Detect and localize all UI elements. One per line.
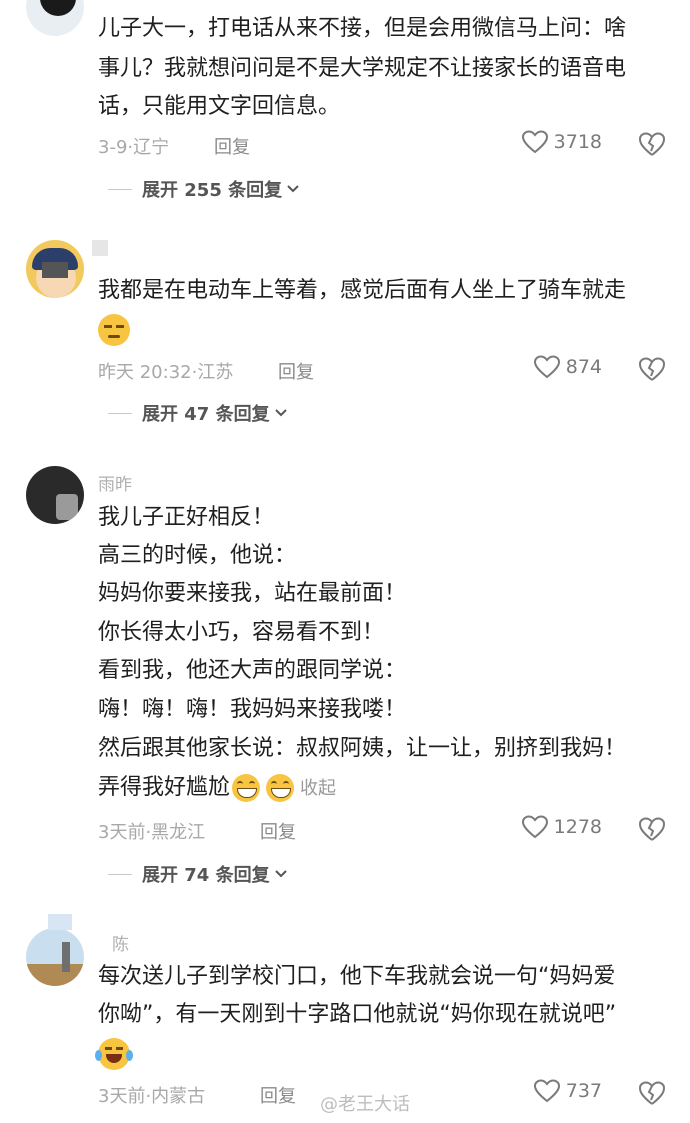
comment-text-line: 儿子大一，打电话从来不接，但是会用微信马上问：啥 xyxy=(98,16,627,41)
broken-heart-icon[interactable] xyxy=(638,356,666,382)
comment-text-line: 话，只能用文字回信息。 xyxy=(98,94,341,119)
reply-button[interactable]: 回复 xyxy=(260,818,296,844)
expand-label: 展开 47 条回复 xyxy=(142,404,270,425)
divider-dash xyxy=(108,873,132,875)
grin-emoji-icon xyxy=(266,774,295,802)
comment-text-line: 嗨！嗨！嗨！我妈妈来接我喽！ xyxy=(98,697,407,722)
like-count: 874 xyxy=(565,356,602,378)
comment-last-line: 弄得我好尴尬 收起 xyxy=(98,773,336,804)
grin-emoji-icon xyxy=(232,774,261,802)
avatar[interactable] xyxy=(26,0,84,36)
comment-text-line: 我都是在电动车上等着，感觉后面有人坐上了骑车就走 xyxy=(98,278,627,303)
broken-heart-icon[interactable] xyxy=(638,131,666,157)
comment-text-line: 事儿？我就想问问是不是大学规定不让接家长的语音电 xyxy=(98,56,627,81)
watermark: @老王大话 xyxy=(320,1094,410,1115)
expand-label: 展开 74 条回复 xyxy=(142,865,270,886)
like-button[interactable]: 737 xyxy=(533,1079,602,1103)
heart-outline-icon xyxy=(533,355,560,379)
comment-text-line: 看到我，他还大声的跟同学说： xyxy=(98,658,407,683)
broken-heart-icon[interactable] xyxy=(638,1080,666,1106)
avatar[interactable] xyxy=(26,240,84,298)
expand-replies-button[interactable]: 展开 47 条回复 xyxy=(108,400,288,426)
chevron-down-icon xyxy=(274,870,287,878)
comment-text-line: 妈妈你要来接我，站在最前面！ xyxy=(98,581,407,606)
comment-text-line: 我儿子正好相反！ xyxy=(98,505,275,530)
avatar[interactable] xyxy=(26,466,84,524)
like-count: 3718 xyxy=(553,131,602,153)
heart-outline-icon xyxy=(521,815,548,839)
comment-time-location: 昨天 20:32·江苏 xyxy=(98,362,234,383)
username[interactable]: 雨昨 xyxy=(98,470,132,495)
like-button[interactable]: 874 xyxy=(533,355,602,379)
comment-text-line: 然后跟其他家长说：叔叔阿姨，让一让，别挤到我妈！ xyxy=(98,736,627,761)
collapse-button[interactable]: 收起 xyxy=(300,778,336,799)
username-redacted[interactable] xyxy=(92,240,108,256)
comment-time-location: 3-9·辽宁 xyxy=(98,137,170,158)
username-redacted[interactable] xyxy=(48,914,72,930)
avatar[interactable] xyxy=(26,928,84,986)
expand-label: 展开 255 条回复 xyxy=(142,180,283,201)
like-button[interactable]: 1278 xyxy=(521,815,602,839)
comment-time-location: 3天前·内蒙古 xyxy=(98,1086,206,1107)
expand-replies-button[interactable]: 展开 74 条回复 xyxy=(108,861,288,887)
comment-text-line: 你呦”，有一天刚到十字路口他就说“妈你现在就说吧” xyxy=(98,1002,617,1027)
like-count: 1278 xyxy=(553,816,602,838)
chevron-down-icon xyxy=(287,185,299,193)
divider-dash xyxy=(108,412,132,414)
comment-time-location: 3天前·黑龙江 xyxy=(98,822,206,843)
reply-button[interactable]: 回复 xyxy=(214,133,250,159)
heart-outline-icon xyxy=(533,1079,560,1103)
reply-button[interactable]: 回复 xyxy=(260,1082,296,1108)
broken-heart-icon[interactable] xyxy=(638,816,666,842)
heart-outline-icon xyxy=(521,130,548,154)
comment-text-line: 你长得太小巧，容易看不到！ xyxy=(98,620,385,645)
like-count: 737 xyxy=(565,1080,602,1102)
divider-dash xyxy=(108,188,132,190)
like-button[interactable]: 3718 xyxy=(521,130,602,154)
crying-laughing-emoji-icon xyxy=(95,1038,133,1070)
reply-button[interactable]: 回复 xyxy=(278,358,314,384)
username[interactable]: 陈 xyxy=(112,930,129,955)
comment-text-line: 每次送儿子到学校门口，他下车我就会说一句“妈妈爱 xyxy=(98,964,616,989)
comment-text-line: 高三的时候，他说： xyxy=(98,543,297,568)
chevron-down-icon xyxy=(274,409,287,417)
comment-text: 弄得我好尴尬 xyxy=(98,775,231,800)
smirk-emoji-icon xyxy=(98,314,130,346)
expand-replies-button[interactable]: 展开 255 条回复 xyxy=(108,176,300,202)
